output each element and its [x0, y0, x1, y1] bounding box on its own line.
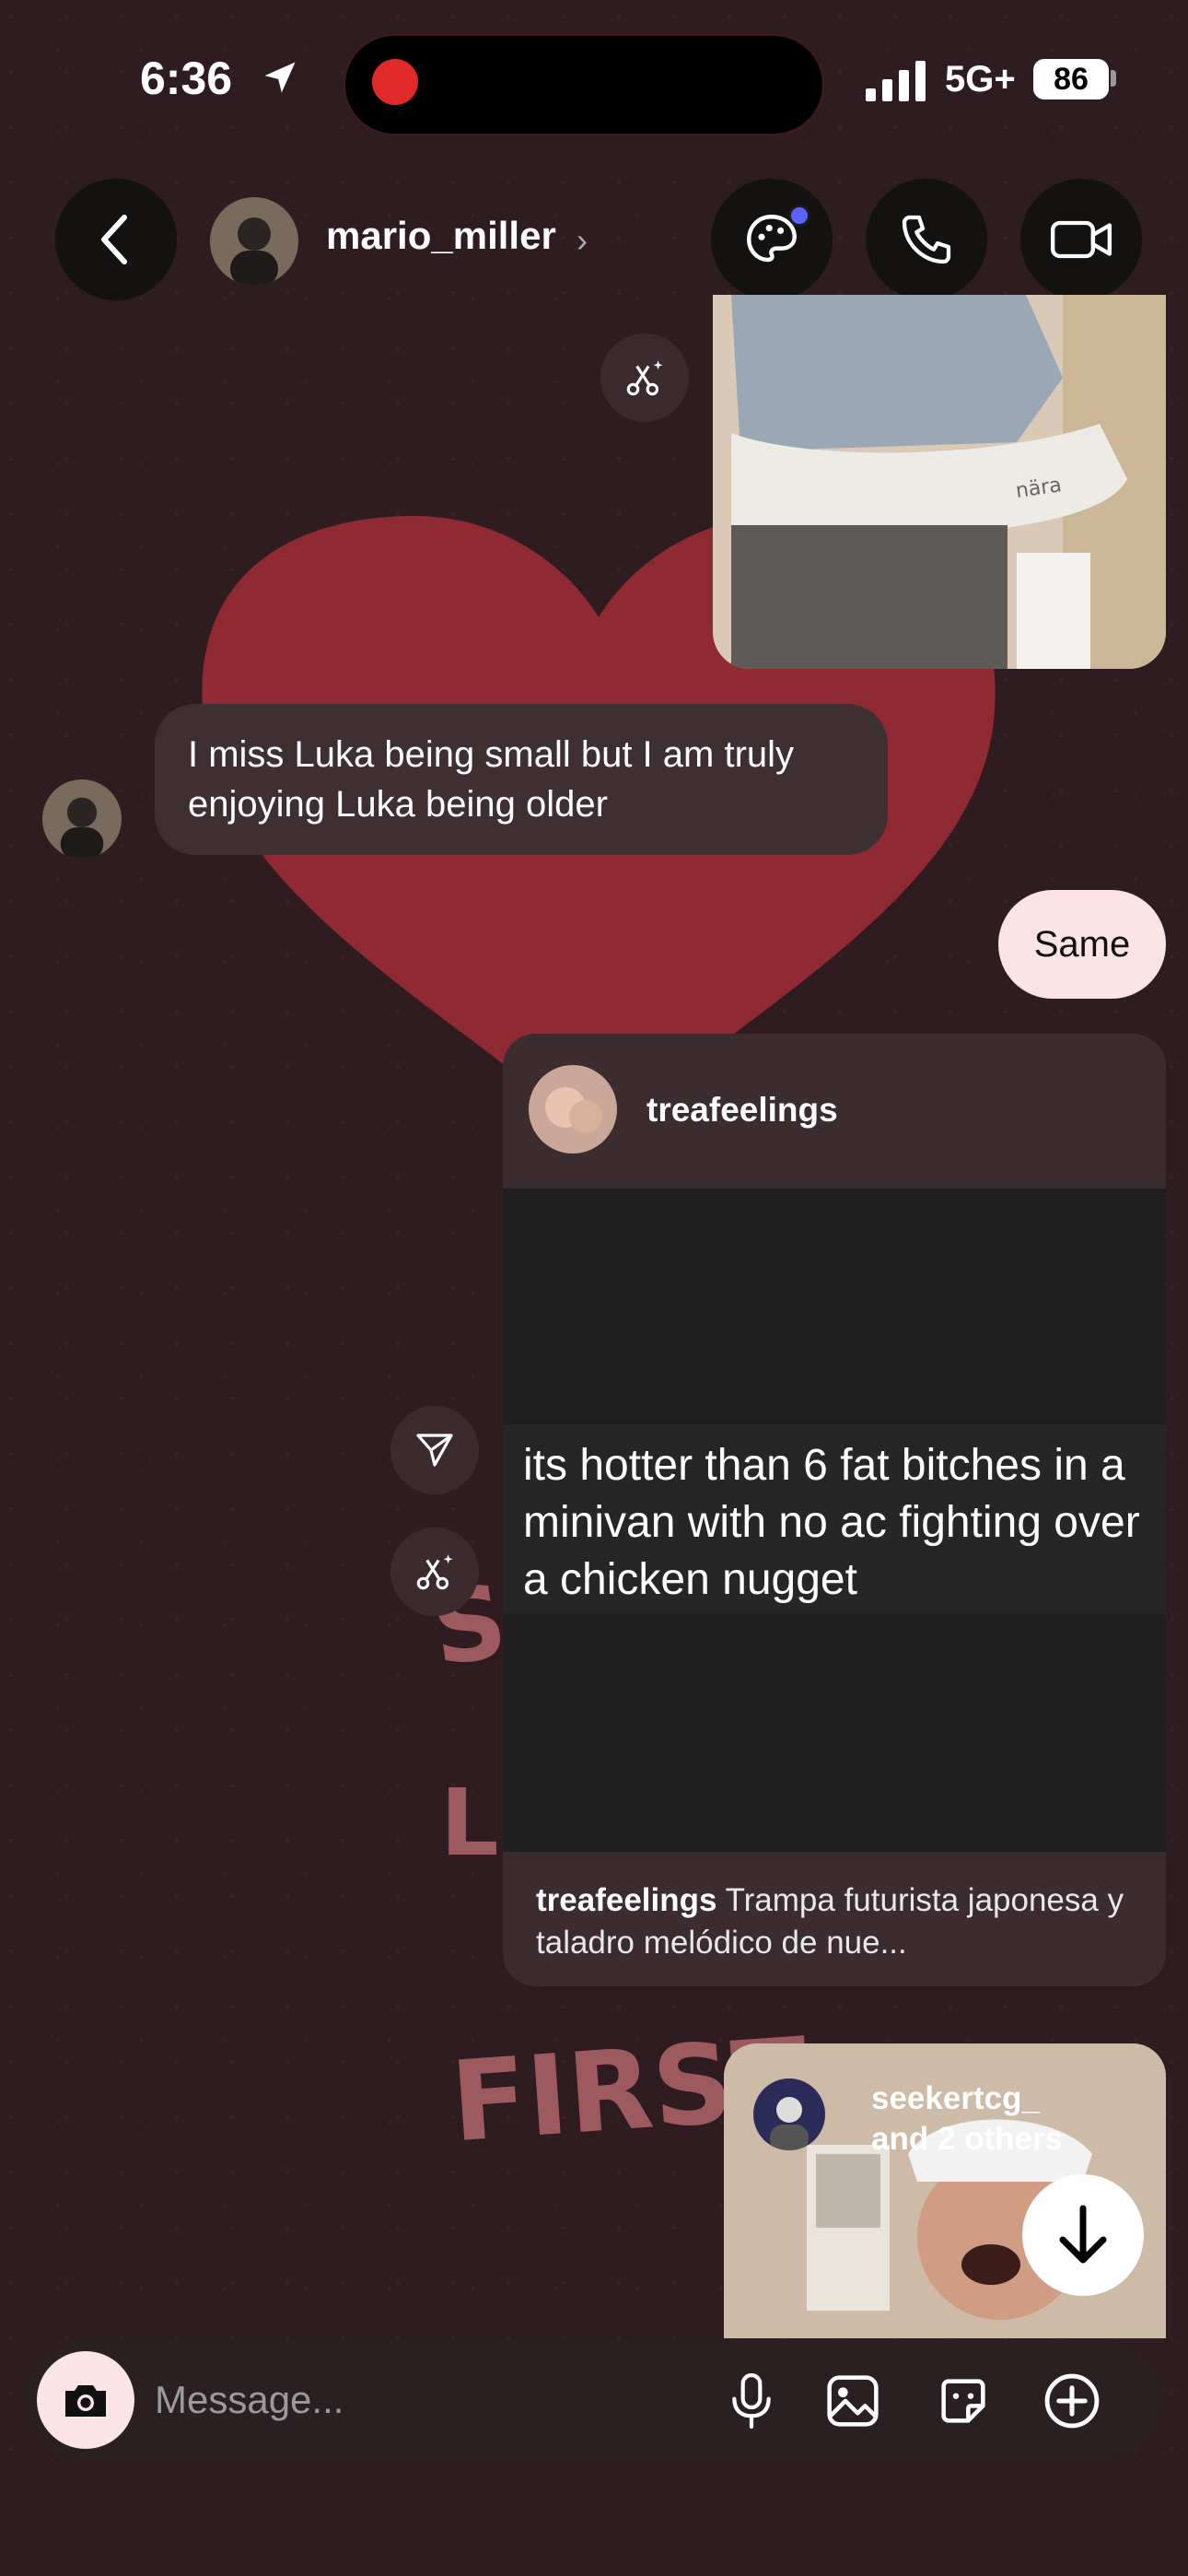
- location-arrow-icon: [264, 62, 296, 93]
- battery-level: 86: [1033, 59, 1109, 100]
- shared-post-media: its hotter than 6 fat bitches in a miniv…: [503, 1188, 1166, 1852]
- post-author-avatar[interactable]: [529, 1065, 617, 1153]
- video-call-button[interactable]: [1020, 179, 1142, 300]
- remix-button-post[interactable]: [390, 1528, 479, 1616]
- reel-others: and 2 others: [871, 2121, 1064, 2157]
- post-author-name[interactable]: treafeelings: [646, 1091, 838, 1130]
- camera-button[interactable]: [37, 2351, 134, 2449]
- sent-message-bubble[interactable]: Same: [998, 890, 1166, 999]
- scissors-sparkle-icon: [416, 1554, 453, 1590]
- remix-button-top[interactable]: [600, 334, 689, 422]
- contact-avatar[interactable]: [210, 197, 298, 286]
- sticker-icon: [941, 2379, 985, 2423]
- sticker-button[interactable]: [930, 2368, 996, 2434]
- message-input[interactable]: [155, 2368, 670, 2432]
- camera-icon: [65, 2385, 106, 2417]
- home-indicator-area: [0, 2488, 1188, 2576]
- scroll-to-bottom-button[interactable]: [1022, 2174, 1144, 2296]
- reel-author-name[interactable]: seekertcg_: [871, 2080, 1040, 2117]
- shared-photo-card[interactable]: nära: [713, 295, 1166, 669]
- battery-tip: [1111, 70, 1116, 87]
- shared-photo: nära: [713, 295, 1166, 669]
- plus-circle-icon: [1044, 2373, 1100, 2429]
- microphone-icon: [732, 2372, 771, 2430]
- sender-avatar[interactable]: [42, 779, 122, 859]
- reel-author-avatar[interactable]: [753, 2078, 825, 2150]
- chevron-right-icon: ›: [577, 221, 588, 259]
- theme-button[interactable]: [711, 179, 833, 300]
- microphone-button[interactable]: [718, 2368, 785, 2434]
- arrow-down-icon: [1059, 2205, 1107, 2264]
- received-message-bubble[interactable]: I miss Luka being small but I am truly e…: [155, 704, 888, 855]
- theme-notification-dot: [788, 205, 810, 227]
- scissors-sparkle-icon: [626, 360, 663, 396]
- send-icon: [416, 1434, 453, 1467]
- back-button[interactable]: [55, 179, 177, 300]
- audio-call-button[interactable]: [866, 179, 987, 300]
- message-composer: [26, 2340, 1162, 2460]
- video-camera-icon: [1050, 220, 1112, 259]
- shared-post-text: its hotter than 6 fat bitches in a miniv…: [503, 1424, 1166, 1614]
- network-type: 5G+: [945, 59, 1016, 100]
- cellular-signal-icon: [866, 61, 926, 101]
- chevron-left-icon: [101, 215, 127, 264]
- phone-icon: [902, 215, 951, 264]
- chat-header: mario_miller ›: [0, 175, 1188, 304]
- contact-username[interactable]: mario_miller: [326, 214, 556, 258]
- image-icon: [827, 2375, 879, 2427]
- caption-author: treafeelings: [536, 1882, 717, 1918]
- more-options-button[interactable]: [1039, 2368, 1105, 2434]
- shared-post-card[interactable]: treafeelings its hotter than 6 fat bitch…: [503, 1034, 1166, 1986]
- share-button[interactable]: [390, 1406, 479, 1494]
- status-bar: 6:36 5G+ 86: [0, 0, 1188, 157]
- sticker-letter-l: L: [440, 1769, 499, 1877]
- recording-indicator: [372, 59, 418, 105]
- status-time: 6:36: [140, 53, 233, 104]
- shared-post-header: treafeelings: [503, 1034, 1166, 1188]
- gallery-button[interactable]: [820, 2368, 886, 2434]
- shared-post-caption: treafeelings Trampa futurista japonesa y…: [503, 1852, 1166, 1986]
